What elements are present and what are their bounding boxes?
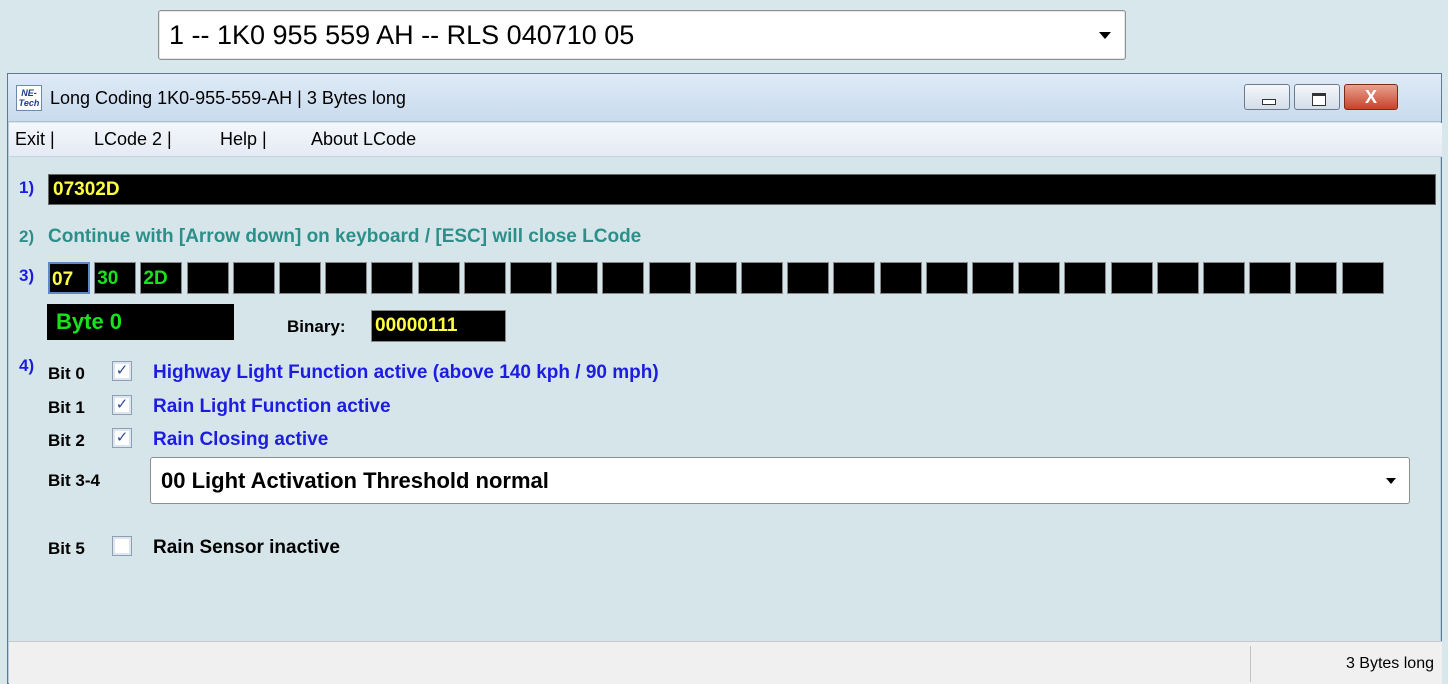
byte-cell[interactable]: [417, 262, 460, 294]
menu-exit[interactable]: Exit |: [15, 129, 55, 150]
byte-cell[interactable]: [186, 262, 229, 294]
bit-2-label: Bit 2: [48, 431, 85, 450]
maximize-button[interactable]: [1294, 84, 1340, 110]
byte-cell[interactable]: 2D: [140, 262, 183, 294]
lcode-window: NE-Tech Long Coding 1K0-955-559-AH | 3 B…: [7, 73, 1442, 684]
menu-help[interactable]: Help |: [220, 129, 267, 150]
close-button[interactable]: X: [1344, 84, 1398, 110]
menu-lcode2[interactable]: LCode 2 |: [94, 129, 172, 150]
bit-2-description[interactable]: Rain Closing active: [153, 429, 328, 451]
byte-cell[interactable]: [787, 262, 830, 294]
byte-cell[interactable]: [1341, 262, 1384, 294]
byte-cell[interactable]: 30: [94, 262, 137, 294]
byte-cell[interactable]: [833, 262, 876, 294]
bit-5-label: Bit 5: [48, 539, 85, 558]
byte-cell[interactable]: [972, 262, 1014, 294]
byte-cell[interactable]: [1064, 262, 1107, 294]
byte-cell[interactable]: [741, 262, 783, 294]
byte-cell[interactable]: [1295, 262, 1338, 294]
status-bar: 3 Bytes long: [9, 641, 1442, 684]
byte-cell[interactable]: [694, 262, 737, 294]
status-text: 3 Bytes long: [1345, 655, 1434, 672]
status-divider: [1250, 646, 1251, 682]
chevron-down-icon[interactable]: [1386, 478, 1396, 484]
chevron-down-icon[interactable]: [1099, 32, 1111, 39]
binary-label: Binary:: [287, 317, 346, 336]
byte-cell[interactable]: [1110, 262, 1153, 294]
byte-cell[interactable]: [325, 262, 368, 294]
byte-cell[interactable]: 07: [48, 262, 90, 294]
row-label-1: 1): [19, 178, 35, 197]
bit-0-checkbox[interactable]: ✓: [112, 361, 132, 381]
byte-cell[interactable]: [463, 262, 506, 294]
bit-2-checkbox[interactable]: ✓: [112, 428, 132, 448]
title-bar[interactable]: NE-Tech Long Coding 1K0-955-559-AH | 3 B…: [8, 74, 1441, 122]
byte-cell[interactable]: [925, 262, 968, 294]
close-icon: X: [1364, 87, 1377, 107]
module-select[interactable]: 1 -- 1K0 955 559 AH -- RLS 040710 05: [158, 10, 1126, 60]
coding-value-field[interactable]: 07302D: [48, 174, 1436, 205]
byte-cell[interactable]: [371, 262, 414, 294]
row-label-4: 4): [19, 356, 35, 375]
byte-cell[interactable]: [556, 262, 599, 294]
byte-cell[interactable]: [1018, 262, 1061, 294]
threshold-select-value: 00 Light Activation Threshold normal: [161, 468, 549, 493]
byte-cell[interactable]: [232, 262, 275, 294]
bit-1-label: Bit 1: [48, 398, 85, 417]
binary-value: 00000111: [371, 310, 506, 342]
instruction-hint: Continue with [Arrow down] on keyboard /…: [48, 226, 642, 247]
row-label-3: 3): [19, 266, 35, 285]
byte-cell[interactable]: [879, 262, 922, 294]
byte-cell[interactable]: [1203, 262, 1245, 294]
byte-cell[interactable]: [279, 262, 321, 294]
byte-cell[interactable]: [1249, 262, 1292, 294]
menu-about[interactable]: About LCode: [311, 129, 416, 150]
window-title: Long Coding 1K0-955-559-AH | 3 Bytes lon…: [50, 88, 406, 108]
byte-cell[interactable]: [510, 262, 552, 294]
threshold-select[interactable]: 00 Light Activation Threshold normal: [150, 457, 1410, 504]
bit-0-label: Bit 0: [48, 364, 85, 383]
app-logo-icon: NE-Tech: [16, 85, 42, 111]
byte-cell[interactable]: [648, 262, 691, 294]
menu-bar: Exit | LCode 2 | Help | About LCode: [9, 123, 1442, 157]
bit-5-checkbox[interactable]: [112, 536, 132, 556]
row-label-2: 2): [19, 227, 35, 246]
byte-indicator: Byte 0: [47, 304, 234, 340]
module-select-value: 1 -- 1K0 955 559 AH -- RLS 040710 05: [169, 20, 635, 50]
bit-0-description[interactable]: Highway Light Function active (above 140…: [153, 362, 659, 384]
bit-5-description[interactable]: Rain Sensor inactive: [153, 537, 340, 559]
bit-3-4-label: Bit 3-4: [48, 471, 100, 490]
byte-cell[interactable]: [1156, 262, 1199, 294]
bit-1-description[interactable]: Rain Light Function active: [153, 396, 391, 418]
minimize-button[interactable]: [1244, 84, 1290, 110]
bit-1-checkbox[interactable]: ✓: [112, 395, 132, 415]
byte-cell[interactable]: [602, 262, 645, 294]
